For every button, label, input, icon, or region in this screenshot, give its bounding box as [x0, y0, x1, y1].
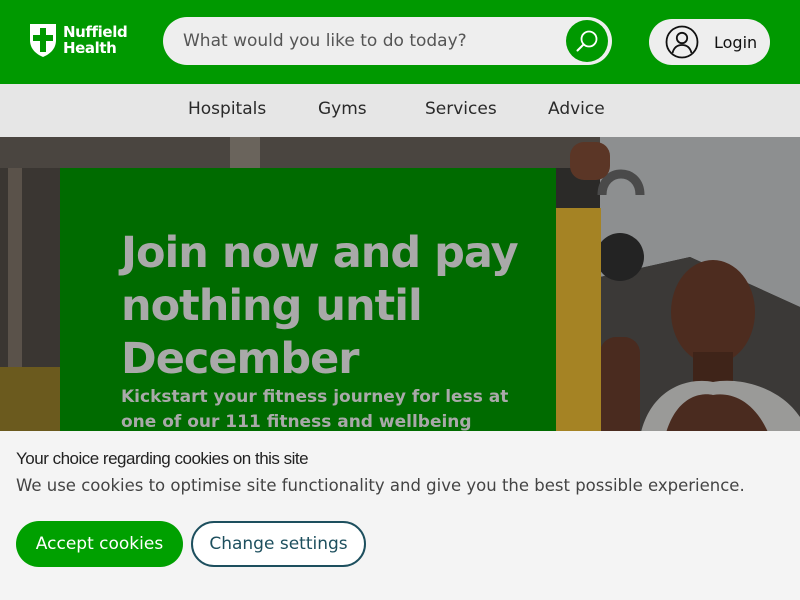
brand-line-2: Health	[63, 39, 117, 57]
nav-item-gyms[interactable]: Gyms	[318, 99, 367, 119]
cookie-description: We use cookies to optimise site function…	[16, 476, 745, 495]
promo-accent-bar	[556, 208, 601, 438]
shield-cross-icon	[30, 24, 56, 57]
nav-item-advice[interactable]: Advice	[548, 99, 605, 119]
search-icon	[576, 30, 598, 52]
nuffield-health-logo[interactable]: Nuffield Health	[28, 22, 128, 58]
login-label: Login	[714, 32, 758, 52]
search-bar	[163, 17, 612, 65]
cookie-banner: Your choice regarding cookies on this si…	[0, 431, 800, 600]
search-button[interactable]	[566, 20, 608, 62]
brand-line-1: Nuffield	[63, 23, 128, 41]
nav-item-services[interactable]: Services	[425, 99, 497, 119]
search-input[interactable]	[183, 17, 563, 65]
accept-cookies-button[interactable]: Accept cookies	[16, 521, 183, 567]
nav-item-hospitals[interactable]: Hospitals	[188, 99, 266, 119]
change-settings-button[interactable]: Change settings	[191, 521, 366, 567]
cookie-title: Your choice regarding cookies on this si…	[16, 449, 309, 468]
login-button[interactable]: Login	[649, 19, 770, 65]
brand-name: Nuffield Health	[63, 23, 128, 57]
user-avatar-icon	[665, 25, 699, 59]
promo-title: Join now and pay nothing until December	[121, 228, 519, 384]
main-nav: Hospitals Gyms Services Advice	[0, 84, 800, 137]
site-header: Nuffield Health Login	[0, 0, 800, 84]
